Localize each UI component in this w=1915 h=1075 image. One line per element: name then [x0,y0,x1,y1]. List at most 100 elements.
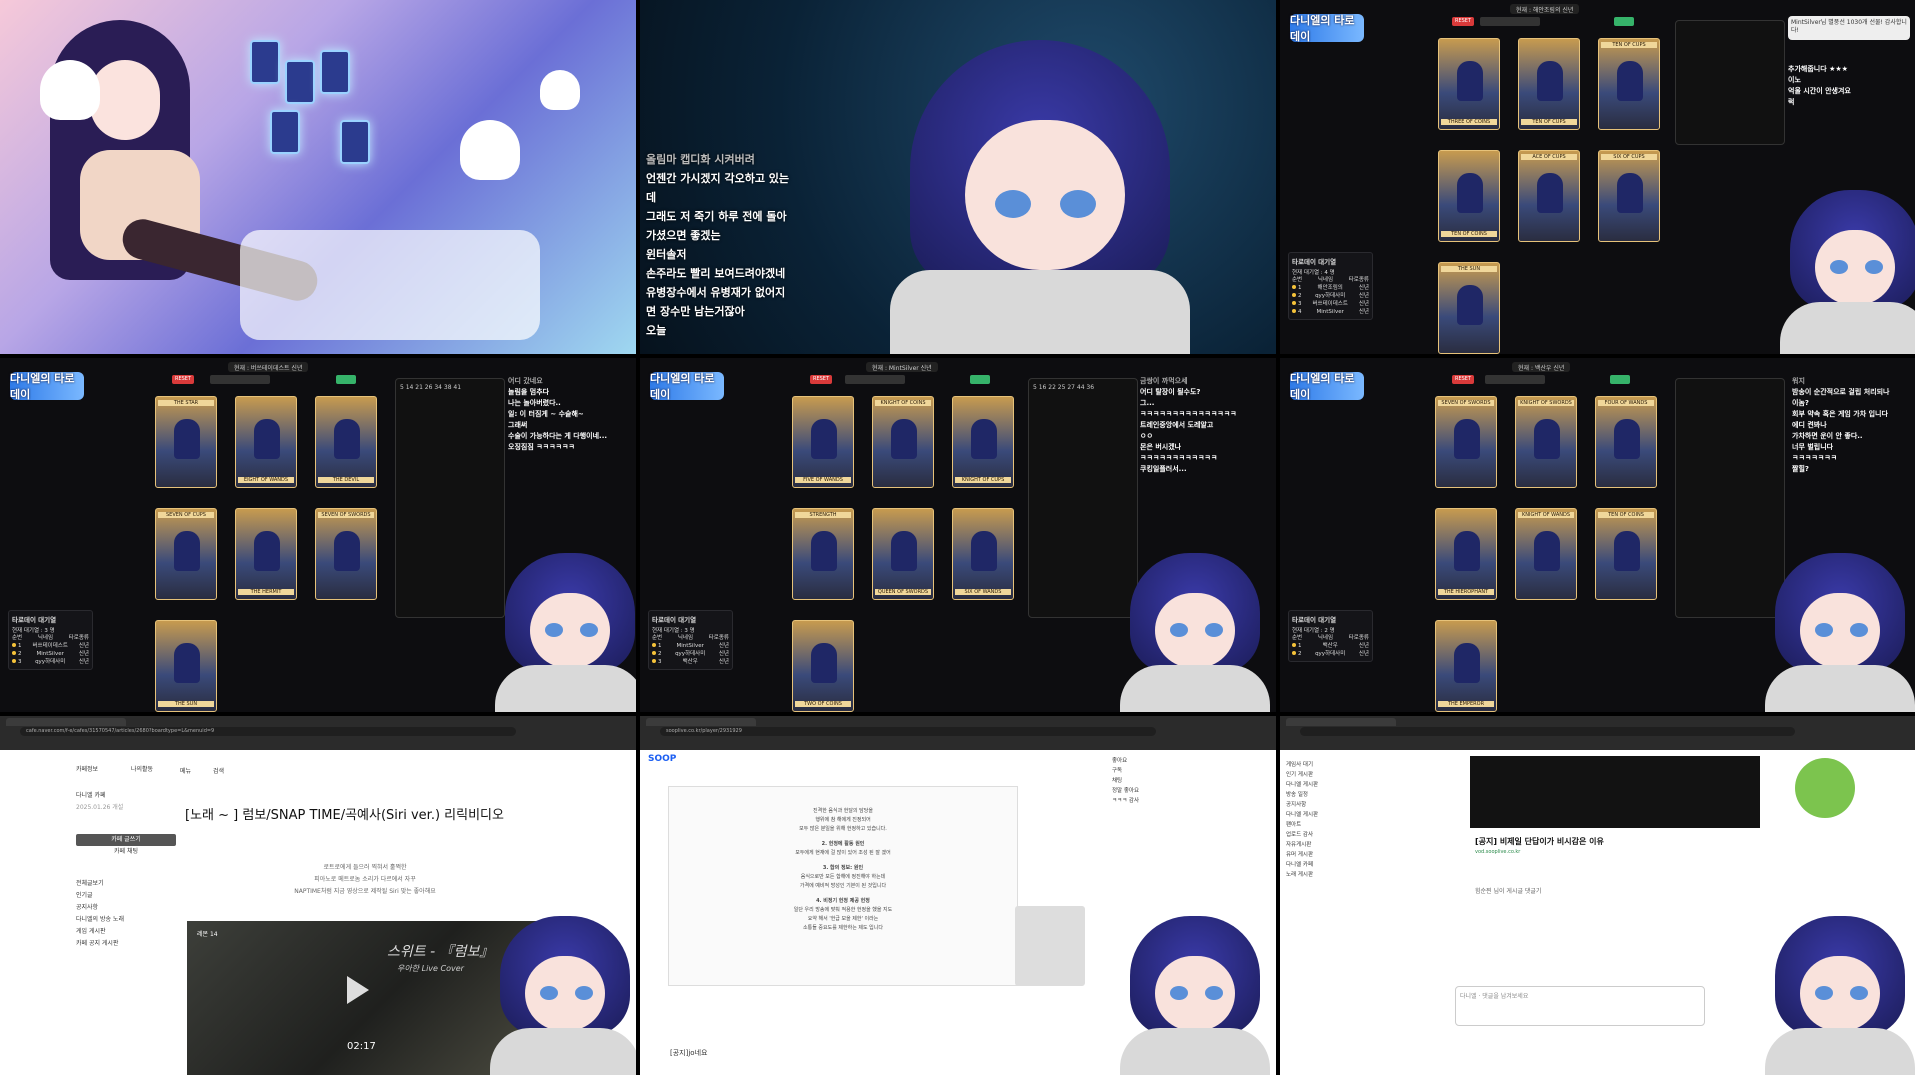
sidebar-item[interactable]: 게임사 대기 [1286,760,1396,770]
status-bar [210,375,270,384]
sidebar-item[interactable]: 노래 게시판 [1286,870,1396,880]
tarot-card: TEN OF COINS [1595,508,1657,600]
stream-title: [공지]jo네요 [670,1049,708,1057]
reply-box[interactable]: 다니엘 · 댓글을 남겨보세요 [1455,986,1705,1026]
cafe-sidebar: 카페정보 나의활동 다니엘 카페 2025.01.26 개설 카페 글쓰기 카페… [76,764,176,950]
chat-line: 회부 약속 혹은 게임 가차 입니다 [1792,410,1888,418]
tarot-queue: 타로데이 대기열 현재 대기열 : 4 명 순번 닉네임 타로종류 1 해안조림의 신년… [1288,252,1373,320]
post-body: 로트로에게 들으러 찍혀서 훌쩍한 피아노로 메트로놈 소리가 다르에서 자꾸 … [260,862,470,898]
subtitle-line: 언젠간 가시겠지 각오하고 있는 [646,172,790,185]
tarot-card: THE SUN [155,620,217,712]
sidebar-item[interactable]: 공지사항 [1286,800,1396,810]
soop-logo[interactable]: SOOP [648,754,676,764]
sidebar-item[interactable]: 공지사항 [76,902,176,914]
current-reading: 현재 : 백산우 신년 [1512,362,1571,372]
sidebar-item[interactable]: 카페 공지 게시판 [76,938,176,950]
confirm-button[interactable] [1614,17,1634,26]
sidebar-item[interactable]: 게임 게시판 [76,926,176,938]
webcam-thumbnail [1015,906,1085,986]
tab-menu[interactable]: 메뉴 [180,768,191,775]
sidebar-item[interactable]: 인기 게시판 [1286,770,1396,780]
write-button[interactable]: 카페 글쓰기 [76,834,176,846]
chat-button[interactable]: 카페 채팅 [76,846,176,858]
chat-line: 구독 [1112,768,1123,774]
card-label: THE SUN [158,701,214,707]
queue-row: 2 qyy하데사미 신년 [652,650,729,658]
naver-cafe-board: 게임사 대기 인기 게시판 다니엘 게시판 방송 일정 공지사항 다니엘 게시판… [1280,716,1915,1075]
chat-overlay: 추가해줍니다 ★★★ 이노 억울 시간이 안생겨요 럭 [1788,64,1908,108]
bookmarks-bar [0,740,636,750]
chat-line: 쿠킹일플러서... [1140,465,1187,473]
chat-line: 추가해줍니다 ★★★ [1788,65,1848,73]
tarot-card: SEVEN OF SWORDS [315,508,377,600]
browser-tab[interactable] [1286,718,1396,726]
sidebar-item[interactable]: 전체글보기 [76,878,176,890]
tarot-card: THREE OF COINS [1438,38,1500,130]
chat-line: ㅋㅋㅋㅋㅋㅋㅋㅋㅋㅋㅋㅋ [1140,454,1218,462]
post-link[interactable]: vod.sooplive.co.kr [1475,849,1520,855]
queue-title: 타로데이 대기열 [1292,616,1337,624]
post-title: [노래 ~ ] 럼보/SNAP TIME/곡예사(Siri ver.) 리릭비디… [185,808,504,823]
confirm-button[interactable] [1610,375,1630,384]
address-bar[interactable]: cafe.naver.com/f-e/cafes/31570547/articl… [20,727,516,736]
queue-count: 현재 대기열 : 4 명 [1292,270,1335,276]
donation-alert: MintSilver님 별풍선 1030개 선물! 감사합니다! [1788,16,1910,40]
card-label: SEVEN OF CUPS [158,512,214,518]
soop-chat: 좋아요 구독 채팅 정말 좋아요 ㅋㅋㅋ 감사 [1112,756,1222,806]
sidebar-item[interactable]: 팬아트 [1286,820,1396,830]
chat-line: 밤송이 순간적으로 걸립 처리되나 [1792,388,1890,396]
post-title[interactable]: [공지] 비제일 단답이가 비시감은 이유 [1475,836,1604,847]
sidebar-item[interactable]: 카페정보 [76,764,176,776]
confirm-button[interactable] [336,375,356,384]
chat-line: 수술이 가능하다는 게 다행이네... [508,432,608,440]
tarot-card: KNIGHT OF COINS [872,396,934,488]
tarot-illustration [0,0,636,354]
chat-line: 채팅 [1112,778,1123,784]
col-header: 순번 [1292,277,1303,283]
sidebar-item[interactable]: 방송 일정 [1286,790,1396,800]
vtuber-avatar [1765,553,1915,712]
video-player[interactable]: 레몬 14 스위트 - 『럼보』 우아한 Live Cover 02:17 [187,921,537,1075]
sidebar-item[interactable]: 유머 게시판 [1286,850,1396,860]
card-label: ACE OF CUPS [1521,154,1577,160]
current-reading: 현재 : 버쓰테이데스트 신년 [228,362,309,372]
queue-row: 4 MintSilver 신년 [1292,308,1369,316]
reset-button[interactable]: RESET [1452,375,1474,384]
chat-line: 놀림을 멈추다 [508,388,550,396]
reset-button[interactable]: RESET [1452,17,1474,26]
sidebar-item[interactable]: 나의활동 [131,764,153,776]
subtitle-line: 유병장수에서 유병재가 없어지 [646,286,786,299]
sidebar-item[interactable]: 다니엘 게시판 [1286,810,1396,820]
floating-card [285,60,315,104]
browser-chrome: cafe.naver.com/f-e/cafes/31570547/articl… [0,716,636,740]
tab-search[interactable]: 검색 [213,768,224,775]
comment-line: 힘순찐 님이 게시글 댓글기 [1475,888,1542,895]
reset-button[interactable]: RESET [172,375,194,384]
queue-row: 3 버쓰테이데스트 신년 [1292,300,1369,308]
subtitle-line: 데 [646,191,657,204]
notes-numbers: 5 16 22 25 27 44 36 [1033,384,1095,391]
browser-tab[interactable] [6,718,126,726]
tarot-card: QUEEN OF SWORDS [872,508,934,600]
play-icon[interactable] [347,976,369,1004]
chat-line: 너무 벌립니다 [1792,443,1834,451]
confirm-button[interactable] [970,375,990,384]
sidebar-item[interactable]: 다니엘 게시판 [1286,780,1396,790]
sidebar-item[interactable]: 다니엘의 방송 노래 [76,914,176,926]
address-bar[interactable] [1300,727,1795,736]
vtuber-avatar [1765,916,1915,1075]
sidebar-item[interactable]: 자유게시판 [1286,840,1396,850]
sidebar-item[interactable]: 업로드 감사 [1286,830,1396,840]
embedded-stream[interactable] [1470,756,1855,828]
subtitle-line: 가셨으면 좋겠는 [646,229,721,242]
chat-line: 일: 이 터짐게 ~ 수슬해~ [508,410,584,418]
sidebar-item[interactable]: 인기글 [76,890,176,902]
chat-line: ㅋㅋㅋㅋㅋㅋㅋㅋㅋㅋㅋㅋㅋㅋㅋ [1140,410,1237,418]
chat-line: 가차하면 운이 안 좋다.. [1792,432,1863,440]
address-bar[interactable]: sooplive.co.kr/player/2931929 [660,727,1156,736]
sidebar-item[interactable]: 다니엘 카페 [1286,860,1396,870]
card-label: KNIGHT OF SWORDS [1518,400,1574,406]
tarot-card: THE HIEROPHANT [1435,508,1497,600]
browser-tab[interactable] [646,718,756,726]
reset-button[interactable]: RESET [810,375,832,384]
